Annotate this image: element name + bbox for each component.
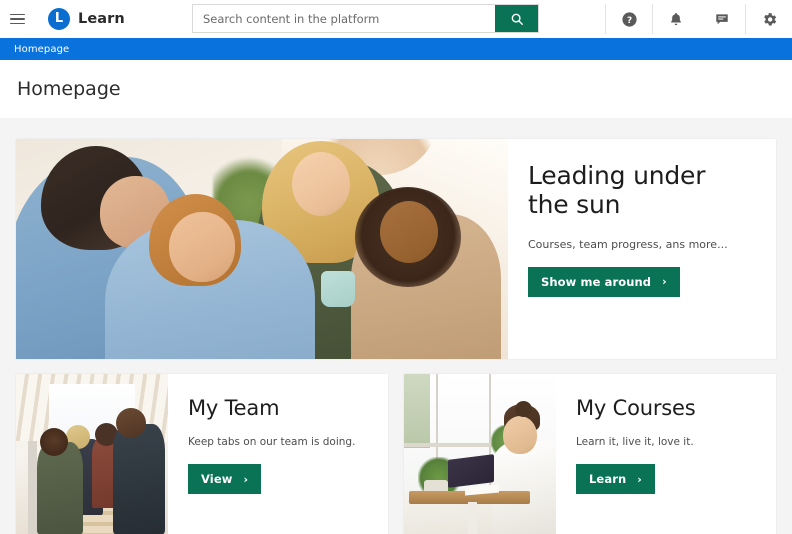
my-team-card: My Team Keep tabs on our team is doing. … <box>16 374 388 534</box>
page-title: Homepage <box>17 78 121 100</box>
my-courses-title: My Courses <box>576 396 696 420</box>
breadcrumb-bar: Homepage <box>0 38 792 60</box>
breadcrumb-item-homepage[interactable]: Homepage <box>14 44 69 55</box>
my-team-photo <box>16 374 168 534</box>
photo-desk-leg <box>467 502 477 534</box>
content-area: Leading under the sun Courses, team prog… <box>0 118 792 534</box>
hamburger-line <box>9 22 25 25</box>
my-courses-image <box>404 374 556 534</box>
notifications-button[interactable] <box>653 0 699 38</box>
learn-label: Learn <box>589 472 627 486</box>
app-header: L Learn ? <box>0 0 792 38</box>
photo-person-face <box>380 200 439 263</box>
my-courses-card: My Courses Learn it, live it, love it. L… <box>404 374 776 534</box>
my-team-image <box>16 374 168 534</box>
help-button[interactable]: ? <box>606 0 652 38</box>
messages-button[interactable] <box>699 0 745 38</box>
card-row: My Team Keep tabs on our team is doing. … <box>16 374 776 534</box>
photo-laptop <box>448 454 495 489</box>
brand-name: Learn <box>78 11 125 27</box>
chevron-right-icon: › <box>243 472 249 486</box>
hero-title: Leading under the sun <box>528 161 706 220</box>
header-actions: ? <box>605 0 792 38</box>
my-team-subtitle: Keep tabs on our team is doing. <box>188 436 356 448</box>
my-team-title: My Team <box>188 396 280 420</box>
hero-subtitle: Courses, team progress, ans more... <box>528 237 728 251</box>
alerts-group <box>653 0 745 38</box>
photo-railing <box>28 441 38 534</box>
hamburger-menu-icon[interactable] <box>0 0 34 38</box>
search-icon <box>511 13 523 25</box>
chevron-right-icon: › <box>637 472 642 486</box>
show-me-around-label: Show me around <box>541 274 652 289</box>
help-group: ? <box>606 0 652 38</box>
photo-person-body <box>113 424 166 534</box>
hamburger-line <box>9 13 25 16</box>
hamburger-line <box>9 18 25 20</box>
settings-button[interactable] <box>746 0 792 38</box>
my-courses-body: My Courses Learn it, live it, love it. L… <box>556 374 776 534</box>
hero-body: Leading under the sun Courses, team prog… <box>508 139 776 359</box>
show-me-around-button[interactable]: Show me around › <box>528 266 680 297</box>
my-courses-photo <box>404 374 556 534</box>
settings-group <box>746 0 792 38</box>
photo-cup <box>321 271 356 307</box>
photo-person-body <box>37 442 84 534</box>
search-input[interactable] <box>193 5 495 32</box>
search-bar <box>192 4 539 33</box>
learn-button[interactable]: Learn › <box>576 464 655 494</box>
photo-person-face <box>291 152 350 217</box>
view-team-button[interactable]: View › <box>188 464 262 494</box>
brand-logo-link[interactable]: L Learn <box>48 8 125 30</box>
gear-icon <box>763 12 776 25</box>
page-title-band: Homepage <box>0 60 792 118</box>
view-team-label: View <box>201 472 233 486</box>
my-courses-subtitle: Learn it, live it, love it. <box>576 436 694 448</box>
photo-person-face <box>168 211 235 282</box>
photo-person-body <box>492 441 556 534</box>
bell-icon <box>671 13 681 26</box>
svg-text:?: ? <box>626 14 631 25</box>
hero-image <box>16 139 508 359</box>
message-icon <box>716 14 728 25</box>
hero-card: Leading under the sun Courses, team prog… <box>16 139 776 359</box>
photo-wall <box>404 374 430 448</box>
my-team-body: My Team Keep tabs on our team is doing. … <box>168 374 388 534</box>
photo-person-face <box>502 415 537 454</box>
search-button[interactable] <box>495 5 538 32</box>
brand-mark-icon: L <box>48 8 70 30</box>
chevron-right-icon: › <box>662 275 667 288</box>
help-icon: ? <box>621 11 637 27</box>
hero-photo <box>16 139 508 359</box>
